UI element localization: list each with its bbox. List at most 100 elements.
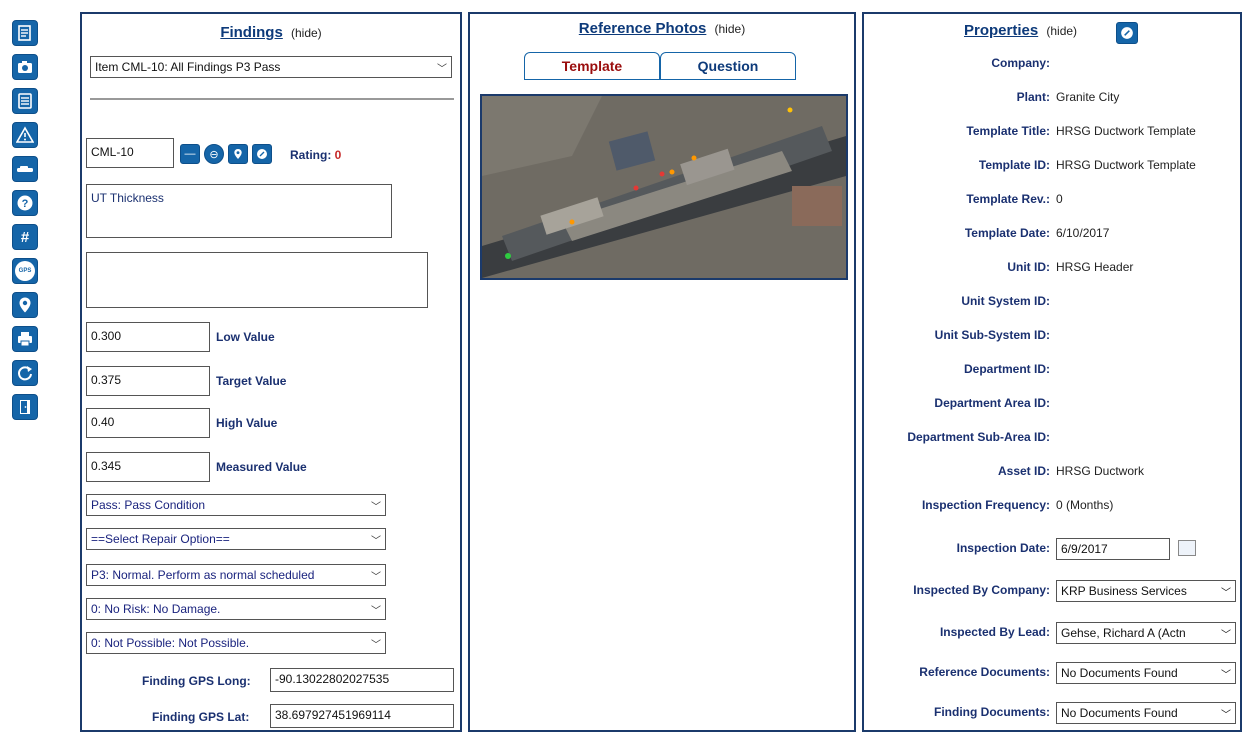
document-icon[interactable] [12, 20, 38, 46]
gps-long-label: Finding GPS Long: [142, 674, 251, 688]
rating-label-text: Rating: [290, 148, 332, 162]
reference-photo[interactable] [480, 94, 848, 280]
inspected-lead-select[interactable]: Gehse, Richard A (Actn ﹀ [1056, 622, 1236, 644]
asset-id-label: Asset ID: [997, 464, 1050, 478]
priority-select-value: P3: Normal. Perform as normal scheduled [91, 568, 315, 582]
notes-textarea[interactable] [86, 252, 428, 308]
inspection-date-label: Inspection Date: [956, 541, 1050, 555]
repair-select-value: ==Select Repair Option== [91, 532, 230, 546]
finding-documents-label: Finding Documents: [934, 705, 1050, 719]
company-row: Company: [864, 56, 1240, 76]
high-value-input[interactable]: 0.40 [86, 408, 210, 438]
gps-long-input[interactable]: -90.13022802027535 [270, 668, 454, 692]
findings-panel: Findings (hide) Item CML-10: All Finding… [80, 12, 462, 732]
unit-system-label: Unit System ID: [961, 294, 1050, 308]
edit-icon[interactable] [1116, 22, 1138, 44]
cml-input[interactable]: CML-10 [86, 138, 174, 168]
warning-icon[interactable] [12, 122, 38, 148]
item-select[interactable]: Item CML-10: All Findings P3 Pass ﹀ [90, 56, 452, 78]
findings-title[interactable]: Findings [220, 24, 283, 41]
help-icon[interactable]: ? [12, 190, 38, 216]
description-textarea[interactable]: UT Thickness [86, 184, 392, 238]
location-pin-icon[interactable] [228, 144, 248, 164]
chevron-down-icon: ﹀ [371, 571, 381, 583]
low-value-input[interactable]: 0.300 [86, 322, 210, 352]
chevron-down-icon: ﹀ [371, 639, 381, 651]
map-marker [659, 171, 665, 177]
condition-select-value: Pass: Pass Condition [91, 498, 206, 512]
location-pin-icon[interactable] [12, 292, 38, 318]
divider [90, 98, 454, 100]
exit-door-icon[interactable] [12, 394, 38, 420]
refresh-icon[interactable] [12, 360, 38, 386]
risk-select[interactable]: 0: No Risk: No Damage. ﹀ [86, 598, 386, 620]
target-value-input[interactable]: 0.375 [86, 366, 210, 396]
template-rev-row: Template Rev.: 0 [864, 192, 1240, 212]
link-icon[interactable]: ⊖ [204, 144, 224, 164]
condition-select[interactable]: Pass: Pass Condition ﹀ [86, 494, 386, 516]
measured-value-input[interactable]: 0.345 [86, 452, 210, 482]
template-date-value: 6/10/2017 [1056, 226, 1110, 240]
template-date-label: Template Date: [964, 226, 1050, 240]
inspection-frequency-row: Inspection Frequency: 0 (Months) [864, 498, 1240, 518]
chevron-down-icon: ﹀ [437, 63, 447, 75]
high-value-label: High Value [216, 416, 278, 430]
tab-question[interactable]: Question [660, 52, 796, 80]
inspection-date-input[interactable]: 6/9/2017 [1056, 538, 1170, 560]
reference-hide-link[interactable]: (hide) [715, 22, 746, 36]
rating-label: Rating: 0 [290, 148, 341, 162]
template-title-label: Template Title: [966, 124, 1050, 138]
car-icon[interactable] [12, 156, 38, 182]
aerial-image [482, 96, 846, 278]
item-select-value: Item CML-10: All Findings P3 Pass [95, 60, 281, 74]
gps-icon[interactable]: GPS [12, 258, 38, 284]
gps-label: GPS [15, 261, 35, 281]
map-marker [569, 219, 575, 225]
properties-panel: Properties (hide) Company: Plant: Granit… [862, 12, 1242, 732]
asset-id-value: HRSG Ductwork [1056, 464, 1145, 478]
map-marker [787, 107, 793, 113]
gps-lat-input[interactable]: 38.697927451969114 [270, 704, 454, 728]
findings-hide-link[interactable]: (hide) [291, 26, 322, 40]
camera-icon[interactable] [12, 54, 38, 80]
inspection-frequency-value: 0 (Months) [1056, 498, 1114, 512]
possibility-select[interactable]: 0: Not Possible: Not Possible. ﹀ [86, 632, 386, 654]
calendar-icon[interactable] [1178, 540, 1196, 556]
reference-documents-label: Reference Documents: [919, 665, 1050, 679]
plant-value: Granite City [1056, 90, 1120, 104]
company-label: Company: [991, 56, 1050, 70]
properties-title[interactable]: Properties [964, 22, 1038, 39]
inspected-lead-value: Gehse, Richard A (Actn [1061, 626, 1186, 640]
gps-lat-label: Finding GPS Lat: [152, 710, 250, 724]
inspected-lead-row: Inspected By Lead: Gehse, Richard A (Act… [864, 622, 1240, 644]
asset-id-row: Asset ID: HRSG Ductwork [864, 464, 1240, 484]
properties-header: Properties (hide) [864, 22, 1240, 39]
finding-documents-select[interactable]: No Documents Found ﹀ [1056, 702, 1236, 724]
inspection-date-row: Inspection Date: 6/9/2017 [864, 538, 1240, 560]
map-marker [505, 253, 511, 259]
reference-title[interactable]: Reference Photos [579, 20, 707, 37]
unit-system-row: Unit System ID: [864, 294, 1240, 314]
minus-icon[interactable]: — [180, 144, 200, 164]
template-title-row: Template Title: HRSG Ductwork Template [864, 124, 1240, 144]
priority-select[interactable]: P3: Normal. Perform as normal scheduled … [86, 564, 386, 586]
list-icon[interactable] [12, 88, 38, 114]
properties-hide-link[interactable]: (hide) [1046, 24, 1077, 38]
department-area-label: Department Area ID: [934, 396, 1050, 410]
repair-select[interactable]: ==Select Repair Option== ﹀ [86, 528, 386, 550]
template-rev-value: 0 [1056, 192, 1063, 206]
chevron-down-icon: ﹀ [1221, 709, 1231, 721]
reference-photos-panel: Reference Photos (hide) Template Questio… [468, 12, 856, 732]
inspected-company-select[interactable]: KRP Business Services ﹀ [1056, 580, 1236, 602]
map-marker [669, 169, 675, 175]
hash-icon[interactable]: # [12, 224, 38, 250]
print-icon[interactable] [12, 326, 38, 352]
reference-documents-select[interactable]: No Documents Found ﹀ [1056, 662, 1236, 684]
edit-icon[interactable] [252, 144, 272, 164]
template-id-label: Template ID: [978, 158, 1050, 172]
reference-header: Reference Photos (hide) [470, 20, 854, 37]
tab-template[interactable]: Template [524, 52, 660, 80]
unit-id-value: HRSG Header [1056, 260, 1134, 274]
inspection-frequency-label: Inspection Frequency: [921, 498, 1050, 512]
template-date-row: Template Date: 6/10/2017 [864, 226, 1240, 246]
